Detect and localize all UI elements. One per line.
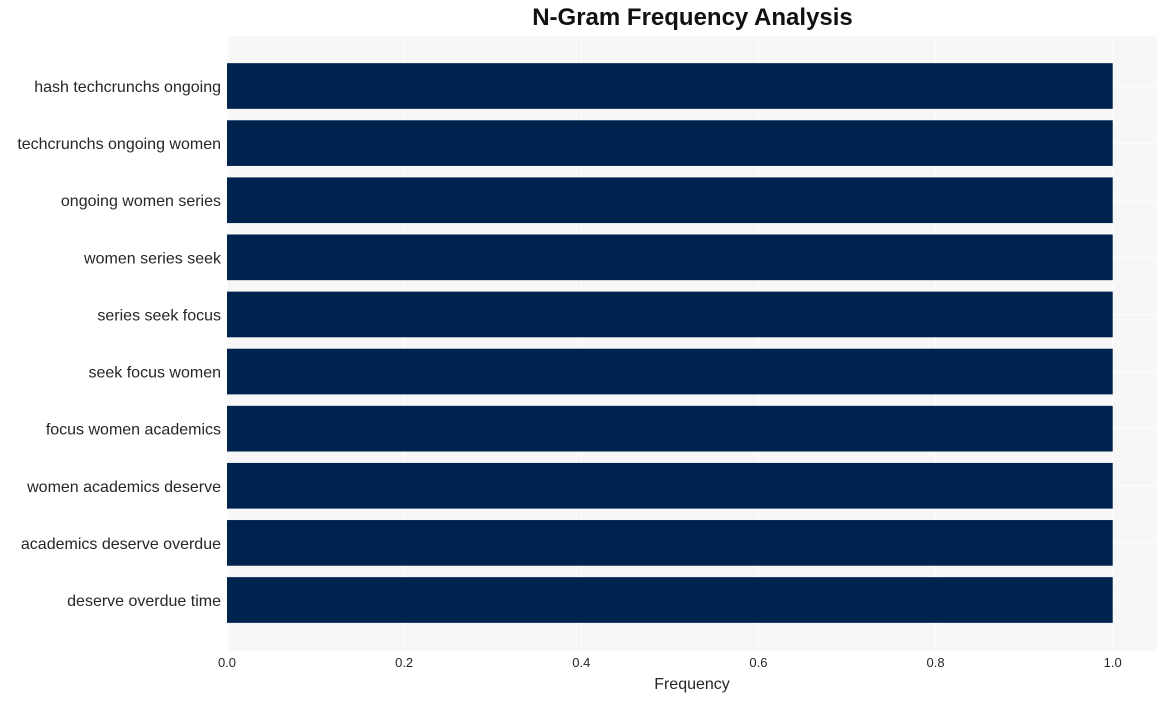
y-tick-label: ongoing women series — [61, 193, 221, 210]
x-axis-label: Frequency — [654, 676, 730, 693]
bar — [227, 348, 1113, 395]
y-tick-label: focus women academics — [46, 422, 221, 439]
bar — [227, 177, 1113, 224]
bar — [227, 520, 1113, 566]
bar — [227, 234, 1113, 281]
bar — [227, 462, 1113, 509]
bar — [227, 577, 1113, 623]
y-tick-label: series seek focus — [97, 307, 221, 324]
bar — [227, 63, 1113, 109]
y-tick-label: deserve overdue time — [67, 593, 221, 610]
x-tick-label: 0.8 — [927, 655, 945, 670]
bar — [227, 120, 1113, 166]
chart: hash techcrunchs ongoing techcrunchs ongo… — [17, 36, 1157, 693]
y-tick-label: hash techcrunchs ongoing — [34, 79, 221, 96]
x-tick-label: 0.0 — [218, 655, 236, 670]
y-tick-label: academics deserve overdue — [21, 536, 221, 553]
x-tick-label: 0.2 — [395, 655, 413, 670]
y-axis-tick-labels: hash techcrunchs ongoing techcrunchs ongo… — [17, 79, 222, 610]
y-tick-label: women academics deserve — [26, 479, 221, 496]
bar — [227, 291, 1113, 338]
y-tick-label: women series seek — [83, 250, 222, 267]
y-tick-label: techcrunchs ongoing women — [17, 136, 221, 153]
y-tick-label: seek focus women — [88, 365, 221, 382]
x-tick-label: 1.0 — [1104, 655, 1122, 670]
bar — [227, 405, 1113, 452]
x-tick-label: 0.6 — [749, 655, 767, 670]
x-tick-label: 0.4 — [572, 655, 590, 670]
x-axis-tick-labels: 0.0 0.2 0.4 0.6 0.8 1.0 — [218, 655, 1122, 670]
